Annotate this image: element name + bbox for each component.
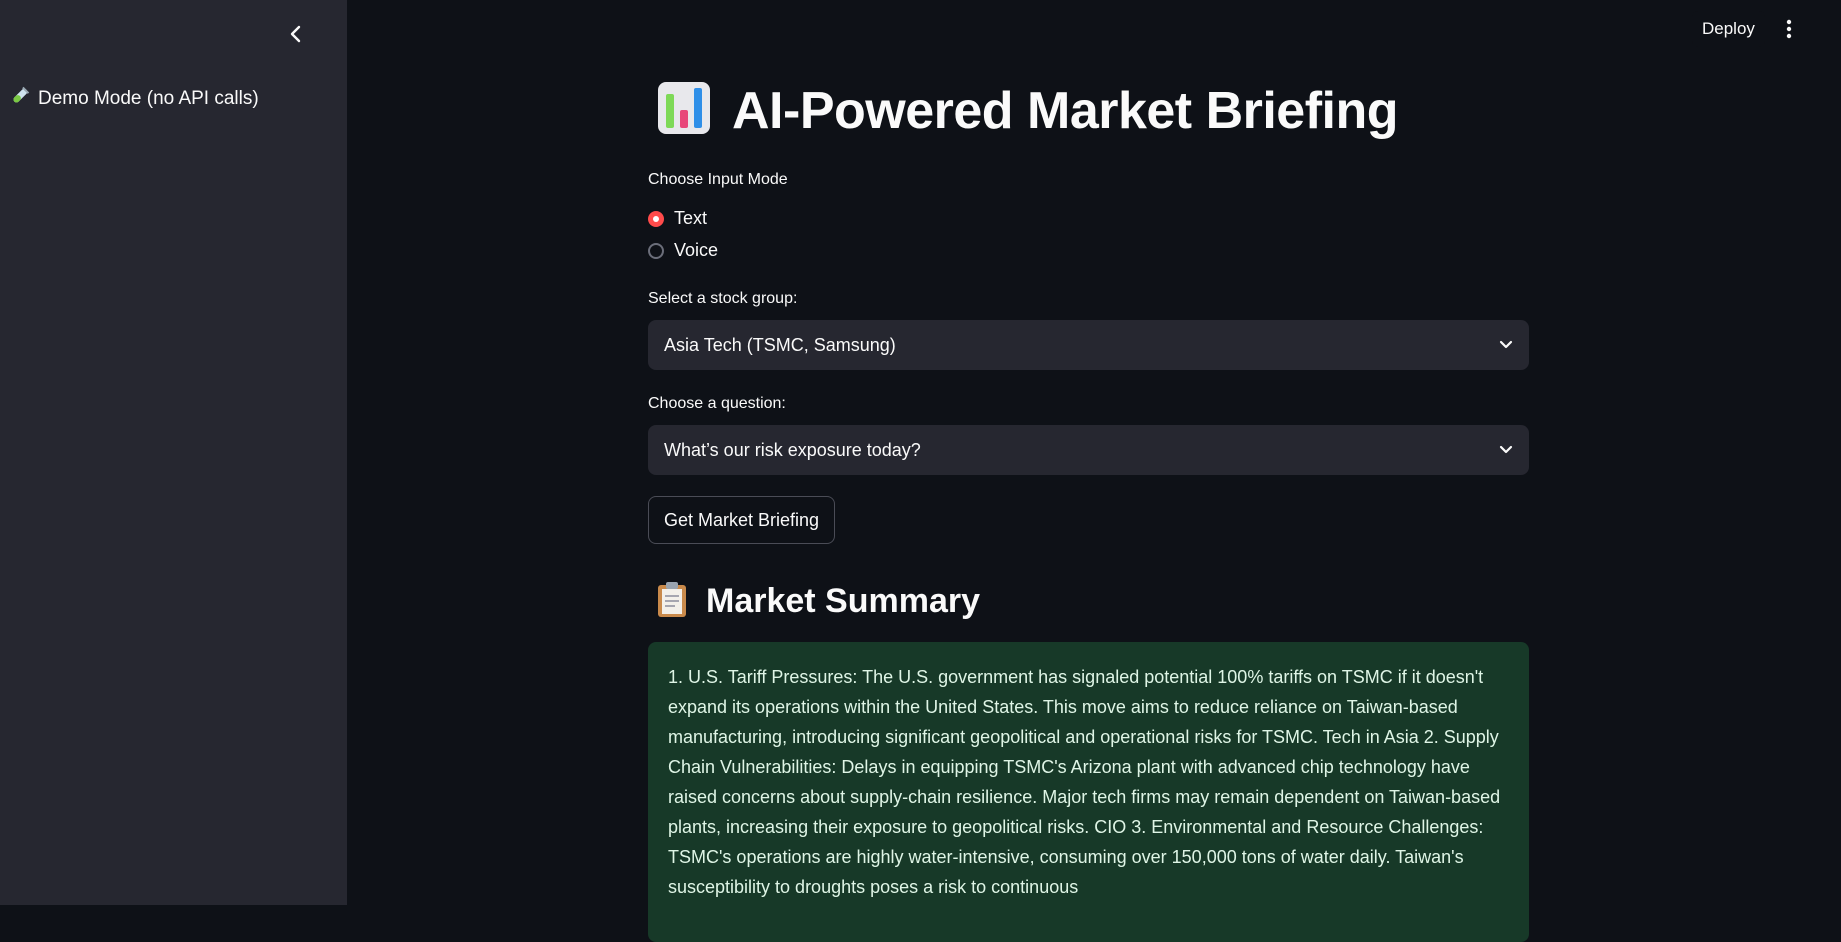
- radio-label: Text: [674, 208, 708, 228]
- radio-option-voice[interactable]: Voice: [648, 240, 718, 261]
- market-summary-box: 1. U.S. Tariff Pressures: The U.S. gover…: [648, 642, 1529, 942]
- sidebar-item-label: Demo Mode (no API calls): [38, 88, 259, 109]
- question-value: What’s our risk exposure today?: [664, 439, 921, 460]
- test-tube-icon: [10, 86, 30, 112]
- sidebar: Demo Mode (no API calls): [0, 0, 347, 905]
- chevron-down-icon: [1499, 340, 1513, 349]
- market-summary-text: 1. U.S. Tariff Pressures: The U.S. gover…: [668, 667, 1501, 897]
- chevron-down-icon: [1499, 445, 1513, 454]
- stock-group-value: Asia Tech (TSMC, Samsung): [664, 334, 896, 355]
- market-summary-heading: Market Summary: [706, 582, 981, 620]
- radio-unselected-icon: [648, 242, 664, 259]
- collapse-sidebar-button[interactable]: [282, 20, 310, 48]
- sidebar-item-demo-mode[interactable]: Demo Mode (no API calls): [10, 86, 259, 112]
- deploy-button[interactable]: Deploy: [1692, 11, 1765, 47]
- stock-group-label: Select a stock group:: [648, 290, 798, 307]
- main-menu-button[interactable]: [1776, 16, 1802, 42]
- stock-group-select[interactable]: Asia Tech (TSMC, Samsung): [648, 320, 1529, 370]
- get-market-briefing-button[interactable]: Get Market Briefing: [648, 496, 836, 544]
- chevron-left-icon: [290, 25, 301, 43]
- page-title-row: AI-Powered Market Briefing: [656, 80, 1399, 141]
- radio-selected-icon: [648, 210, 664, 227]
- radio-label: Voice: [674, 240, 719, 260]
- bar-chart-icon: [656, 80, 712, 141]
- question-label: Choose a question:: [648, 395, 786, 412]
- clipboard-icon: [656, 580, 688, 623]
- market-summary-heading-row: Market Summary: [656, 580, 980, 623]
- page-title: AI-Powered Market Briefing: [732, 81, 1399, 140]
- radio-option-text[interactable]: Text: [648, 208, 707, 229]
- input-mode-label: Choose Input Mode: [648, 171, 788, 188]
- more-vertical-icon: [1786, 19, 1792, 39]
- question-select[interactable]: What’s our risk exposure today?: [648, 425, 1529, 475]
